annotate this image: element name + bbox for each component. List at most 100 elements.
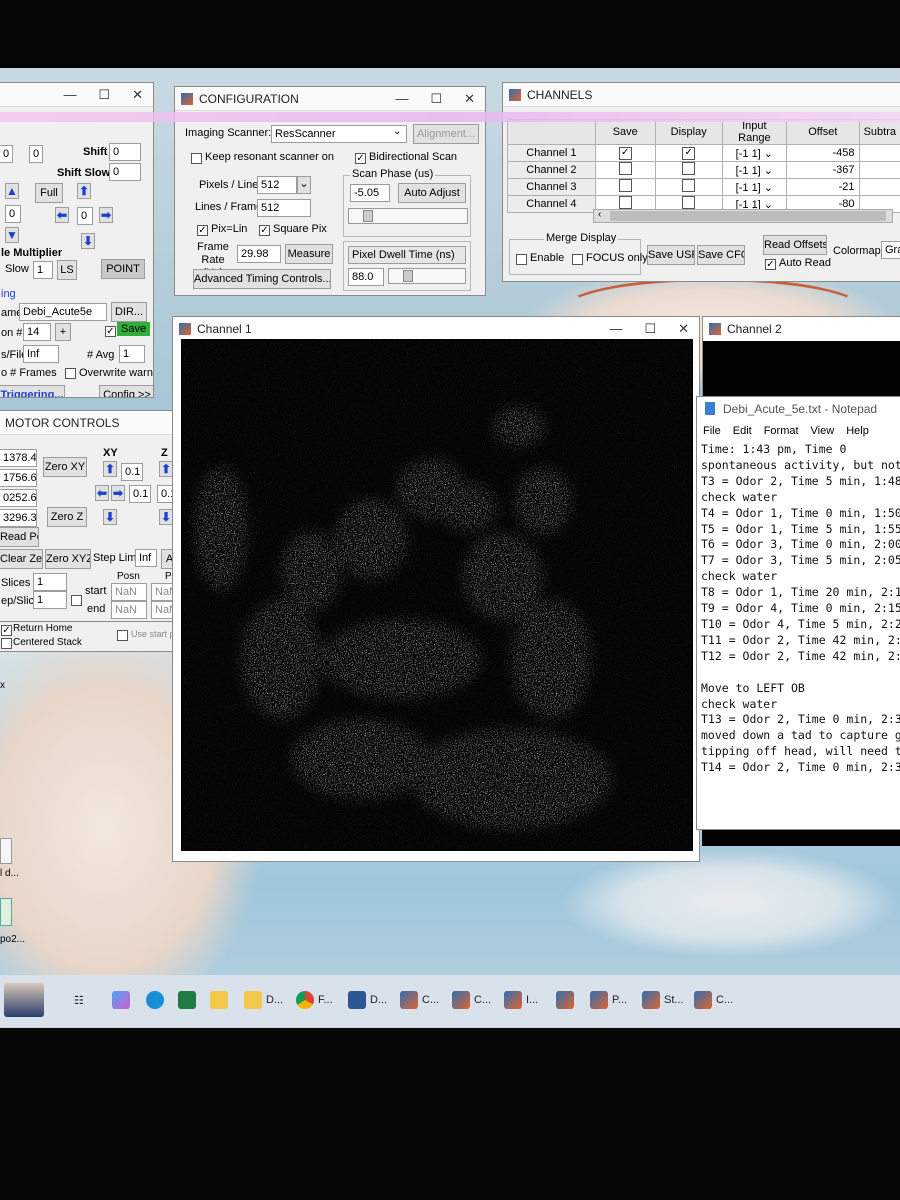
table-scrollbar[interactable]: ‹ (593, 209, 893, 223)
dir-button[interactable]: DIR... (111, 302, 147, 322)
taskbar-item[interactable] (556, 983, 578, 1017)
zero-xy-button[interactable]: Zero XY (43, 457, 87, 477)
zero-z-button[interactable]: Zero Z (47, 507, 87, 527)
taskbar-item[interactable]: C... (694, 983, 733, 1017)
scrollbar-thumb[interactable] (610, 211, 886, 221)
chevron-left-icon[interactable]: ‹ (598, 209, 601, 220)
taskbar-item[interactable]: I... (504, 983, 538, 1017)
acq-number-input[interactable]: 14 (23, 323, 51, 341)
pixlin-checkbox[interactable]: ✓ (197, 225, 208, 236)
clear-zero-button[interactable]: Clear Zero (0, 549, 43, 569)
read-pos-button[interactable]: Read Pos (0, 527, 39, 547)
maximize-icon[interactable]: ☐ (644, 321, 656, 337)
save-checkbox[interactable]: ✓ (594, 144, 656, 162)
close-icon[interactable]: ✕ (464, 91, 475, 107)
merge-enable-checkbox[interactable] (516, 254, 527, 265)
desktop-icon-label[interactable]: l d... (0, 868, 19, 879)
colormap-select[interactable]: Gra (881, 241, 900, 259)
save-checkbox[interactable]: ✓ (105, 326, 116, 337)
config-button[interactable]: Config >> (99, 385, 153, 397)
measure-button[interactable]: Measure (285, 244, 333, 264)
overwrite-checkbox[interactable] (65, 368, 76, 379)
files-input[interactable]: Inf (23, 345, 59, 363)
down-arrow-icon[interactable]: ⬇ (159, 509, 173, 525)
excel-icon[interactable] (178, 983, 200, 1017)
left-arrow-icon[interactable]: ⬅ (95, 485, 109, 501)
display-checkbox[interactable] (654, 161, 723, 179)
square-pix-checkbox[interactable]: ✓ (259, 225, 270, 236)
keep-resonant-checkbox[interactable] (191, 153, 202, 164)
lines-per-frame-input[interactable]: 512 (257, 199, 311, 217)
xy-step-input-2[interactable]: 0.1 (129, 485, 151, 503)
notepad-text-area[interactable]: Time: 1:43 pm, Time 0 spontaneous activit… (701, 442, 900, 776)
desktop-file-icon[interactable] (0, 898, 12, 926)
save-usr-button[interactable]: Save USR (647, 245, 695, 265)
taskbar-item[interactable]: F... (296, 983, 333, 1017)
menu-view[interactable]: View (811, 425, 835, 437)
desktop-icon-label[interactable]: x (0, 680, 5, 691)
menu-format[interactable]: Format (764, 425, 799, 437)
point-button[interactable]: POINT (101, 259, 145, 279)
up-arrow-icon[interactable]: ⬆ (103, 461, 117, 477)
copilot-icon[interactable] (112, 983, 134, 1017)
pixel-dwell-select[interactable]: Pixel Dwell Time (ns) (348, 246, 466, 264)
frame-input[interactable]: 0 (0, 145, 13, 163)
taskbar-item[interactable]: C... (400, 983, 439, 1017)
taskbar-item[interactable]: D... (244, 983, 283, 1017)
focus-only-checkbox[interactable] (572, 254, 583, 265)
display-checkbox[interactable] (654, 178, 723, 196)
read-offsets-button[interactable]: Read Offsets (763, 235, 827, 255)
slow-input[interactable]: 1 (33, 261, 53, 279)
right-arrow-icon[interactable]: ➡ (111, 485, 125, 501)
step-limit-input[interactable]: Inf (135, 549, 157, 567)
minimize-icon[interactable]: — (609, 321, 622, 337)
auto-read-checkbox[interactable]: ✓ (765, 259, 776, 270)
channel1-image[interactable] (181, 339, 693, 851)
alignment-button[interactable]: Alignment... (413, 124, 479, 144)
desktop-file-icon[interactable] (0, 838, 12, 864)
zero-xyz-button[interactable]: Zero XYZ (45, 549, 91, 569)
avatar[interactable] (4, 983, 44, 1017)
left-arrow-icon[interactable]: ⬅ (55, 207, 69, 223)
advanced-timing-button[interactable]: Advanced Timing Controls... (193, 269, 331, 289)
triggering-button[interactable]: Triggering... (0, 385, 65, 397)
taskbar-item[interactable]: D... (348, 983, 387, 1017)
close-icon[interactable]: ✕ (678, 321, 689, 337)
subtract-cell[interactable] (858, 178, 900, 196)
input-range-select[interactable]: [-1 1] ⌄ (721, 144, 788, 162)
taskbar-item[interactable]: St... (642, 983, 684, 1017)
centered-stack-checkbox[interactable] (1, 638, 12, 649)
imaging-scanner-select[interactable]: ResScanner (271, 125, 407, 143)
xy-step-input[interactable]: 0.1 (121, 463, 143, 481)
full-button[interactable]: Full (35, 183, 63, 203)
close-icon[interactable]: ✕ (132, 87, 143, 103)
return-home-checkbox[interactable]: ✓ (1, 625, 12, 636)
step-per-slice-input[interactable]: 1 (33, 591, 67, 609)
ls-button[interactable]: LS (57, 260, 77, 280)
slider-thumb[interactable] (363, 210, 373, 222)
taskbar-item[interactable]: C... (452, 983, 491, 1017)
slices-input[interactable]: 1 (33, 573, 67, 591)
increment-button[interactable]: + (55, 323, 71, 341)
down-arrow-icon[interactable]: ⬇ (81, 233, 95, 249)
save-checkbox[interactable] (594, 161, 656, 179)
taskbar-item[interactable] (210, 983, 232, 1017)
slider-thumb[interactable] (403, 270, 413, 282)
shift-slow-input[interactable]: 0 (109, 163, 141, 181)
maximize-icon[interactable]: ☐ (430, 91, 442, 107)
input-range-select[interactable]: [-1 1] ⌄ (721, 178, 788, 196)
center-field[interactable]: 0 (77, 207, 93, 225)
pixel-dwell-slider[interactable] (388, 268, 466, 284)
subtract-cell[interactable] (858, 144, 900, 162)
down-arrow-icon[interactable]: ▼ (5, 227, 19, 243)
frame-input[interactable]: 0 (29, 145, 43, 163)
scan-phase-slider[interactable] (348, 208, 468, 224)
filename-input[interactable]: Debi_Acute5e (19, 303, 107, 321)
use-start-power-checkbox[interactable] (117, 630, 128, 641)
menu-file[interactable]: File (703, 425, 721, 437)
minimize-icon[interactable]: — (395, 91, 408, 107)
input-range-select[interactable]: [-1 1] ⌄ (721, 161, 788, 179)
user-avatar[interactable] (4, 983, 48, 1017)
auto-adjust-button[interactable]: Auto Adjust (398, 183, 466, 203)
taskbar-item[interactable]: P... (590, 983, 627, 1017)
